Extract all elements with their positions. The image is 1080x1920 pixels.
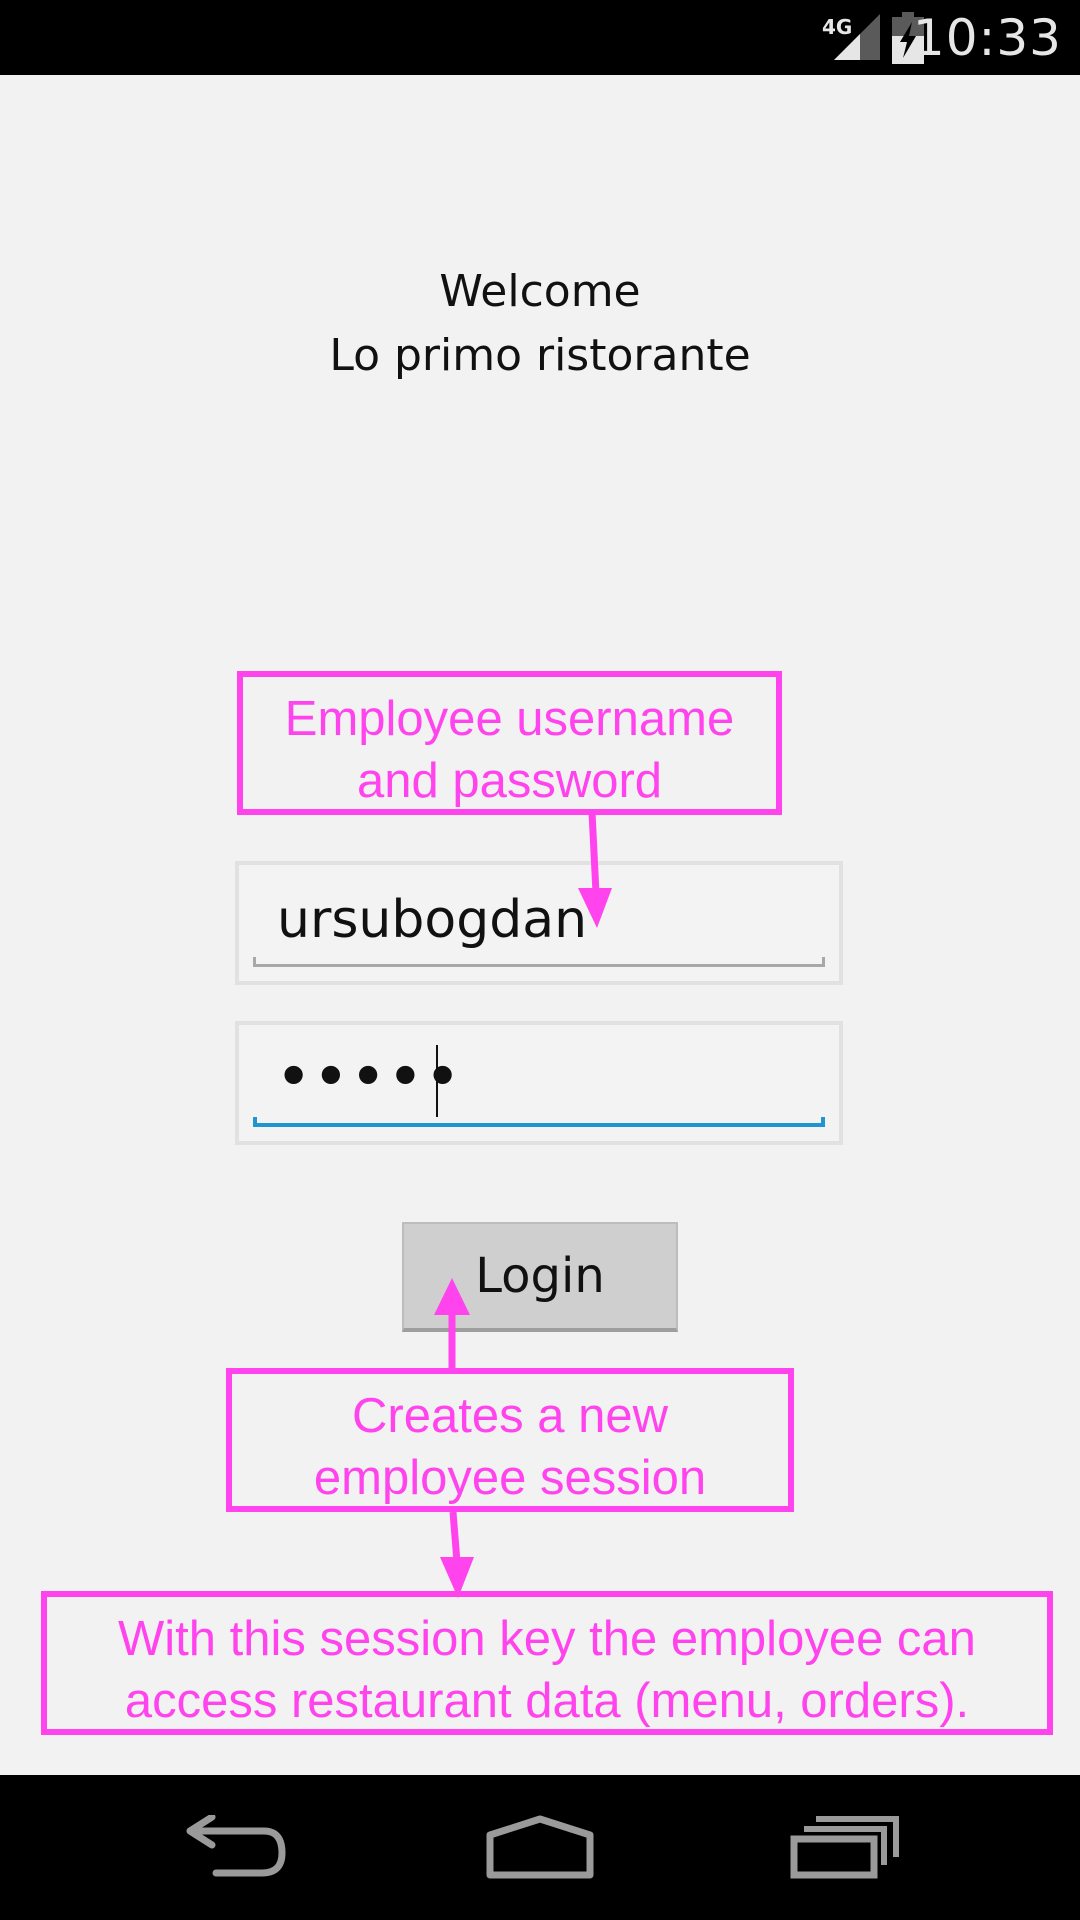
annotation-session-line1: Creates a new bbox=[352, 1389, 668, 1443]
signal-4g-icon: 4G bbox=[820, 12, 884, 67]
back-icon[interactable] bbox=[186, 1813, 290, 1884]
field-underline bbox=[253, 957, 825, 967]
annotation-session-key-line2: access restaurant data (menu, orders). bbox=[124, 1674, 970, 1728]
arrow-to-session-key bbox=[449, 1511, 461, 1563]
welcome-title: Welcome bbox=[439, 266, 641, 317]
annotation-credentials-line1: Employee username bbox=[284, 692, 735, 746]
status-bar: 4G 10:33 bbox=[0, 0, 1080, 75]
annotation-session-line2: employee session bbox=[313, 1451, 707, 1505]
annotation-session-key: With this session key the employee can a… bbox=[41, 1591, 1053, 1735]
username-field[interactable]: ursubogdan bbox=[235, 861, 843, 985]
home-icon[interactable] bbox=[484, 1815, 596, 1884]
welcome-heading: Welcome Lo primo ristorante bbox=[0, 260, 1080, 388]
recent-apps-icon[interactable] bbox=[790, 1815, 900, 1884]
restaurant-name: Lo primo ristorante bbox=[329, 330, 751, 381]
login-button[interactable]: Login bbox=[402, 1222, 678, 1332]
svg-text:4G: 4G bbox=[822, 15, 852, 39]
annotation-session-key-line1: With this session key the employee can bbox=[118, 1612, 976, 1666]
annotation-credentials-line2: and password bbox=[356, 754, 663, 808]
text-cursor bbox=[436, 1045, 438, 1117]
clock: 10:33 bbox=[912, 9, 1062, 67]
annotation-credentials: Employee username and password bbox=[237, 671, 782, 815]
annotation-session: Creates a new employee session bbox=[226, 1368, 794, 1512]
password-field[interactable]: ••••• bbox=[235, 1021, 843, 1145]
field-underline-focused bbox=[253, 1117, 825, 1127]
navigation-bar bbox=[0, 1775, 1080, 1920]
username-value: ursubogdan bbox=[277, 890, 588, 950]
